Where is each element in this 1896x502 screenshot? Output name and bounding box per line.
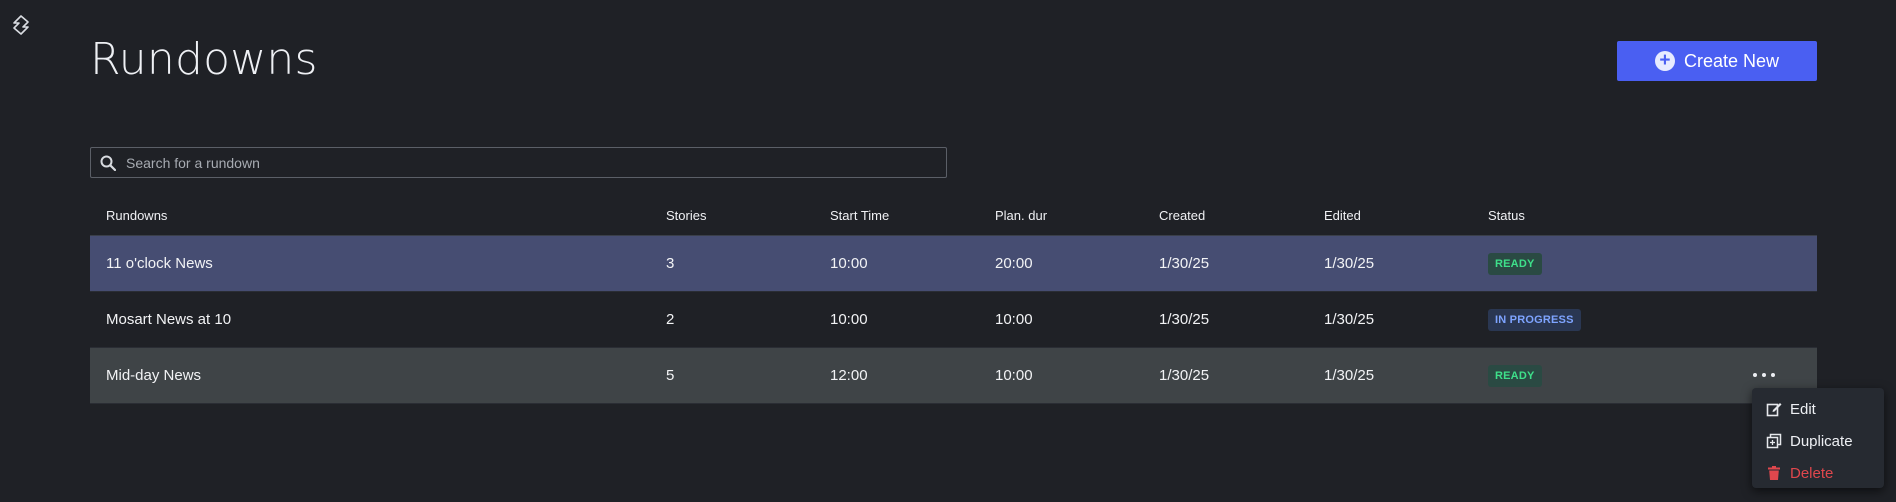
start-time: 10:00 — [830, 255, 868, 272]
column-header-edited[interactable]: Edited — [1324, 208, 1488, 223]
create-new-button[interactable]: + Create New — [1617, 41, 1817, 81]
search-box[interactable] — [90, 147, 947, 178]
more-options-icon[interactable] — [1753, 367, 1775, 383]
search-input[interactable] — [124, 153, 908, 172]
stories-count: 5 — [666, 367, 675, 384]
edited-date: 1/30/25 — [1324, 255, 1375, 272]
menu-item-edit[interactable]: Edit — [1752, 393, 1884, 425]
status-badge: IN PROGRESS — [1488, 308, 1581, 331]
menu-item-label: Delete — [1790, 464, 1834, 482]
menu-item-label: Edit — [1790, 400, 1816, 418]
table-row[interactable]: 11 o'clock News 3 10:00 20:00 1/30/25 1/… — [90, 236, 1817, 292]
search-icon — [100, 155, 116, 171]
created-date: 1/30/25 — [1159, 367, 1210, 384]
created-date: 1/30/25 — [1159, 255, 1210, 272]
app-logo-icon[interactable] — [10, 14, 32, 36]
column-header-stories[interactable]: Stories — [666, 208, 830, 223]
column-header-plan-dur[interactable]: Plan. dur — [995, 208, 1159, 223]
column-header-rundowns[interactable]: Rundowns — [90, 208, 666, 223]
status-badge: READY — [1488, 252, 1542, 275]
table-row[interactable]: Mosart News at 10 2 10:00 10:00 1/30/25 … — [90, 292, 1817, 348]
menu-item-delete[interactable]: Delete — [1752, 457, 1884, 489]
trash-icon — [1768, 466, 1780, 480]
create-new-label: Create New — [1683, 50, 1780, 71]
edited-date: 1/30/25 — [1324, 311, 1375, 328]
status-badge: READY — [1488, 364, 1542, 387]
duplicate-icon — [1766, 433, 1782, 449]
row-context-menu: Edit Duplicate Delete — [1752, 388, 1884, 488]
menu-item-label: Duplicate — [1790, 432, 1853, 450]
rundowns-table: Rundowns Stories Start Time Plan. dur Cr… — [90, 195, 1817, 404]
plus-circle-icon: + — [1654, 51, 1675, 71]
edit-icon — [1766, 403, 1782, 417]
column-header-status[interactable]: Status — [1488, 208, 1688, 223]
column-header-start-time[interactable]: Start Time — [830, 208, 995, 223]
column-header-created[interactable]: Created — [1159, 208, 1324, 223]
table-header: Rundowns Stories Start Time Plan. dur Cr… — [90, 195, 1817, 236]
rundown-name: Mosart News at 10 — [106, 311, 232, 328]
start-time: 12:00 — [830, 367, 868, 384]
planned-duration: 10:00 — [995, 311, 1033, 328]
stories-count: 3 — [666, 255, 675, 272]
menu-item-duplicate[interactable]: Duplicate — [1752, 425, 1884, 457]
table-row[interactable]: Mid-day News 5 12:00 10:00 1/30/25 1/30/… — [90, 348, 1817, 404]
start-time: 10:00 — [830, 311, 868, 328]
planned-duration: 10:00 — [995, 367, 1033, 384]
created-date: 1/30/25 — [1159, 311, 1210, 328]
stories-count: 2 — [666, 311, 675, 328]
edited-date: 1/30/25 — [1324, 367, 1375, 384]
rundown-name: 11 o'clock News — [106, 255, 213, 272]
rundown-name: Mid-day News — [106, 367, 202, 384]
planned-duration: 20:00 — [995, 255, 1033, 272]
page-title: Rundowns — [90, 34, 318, 85]
